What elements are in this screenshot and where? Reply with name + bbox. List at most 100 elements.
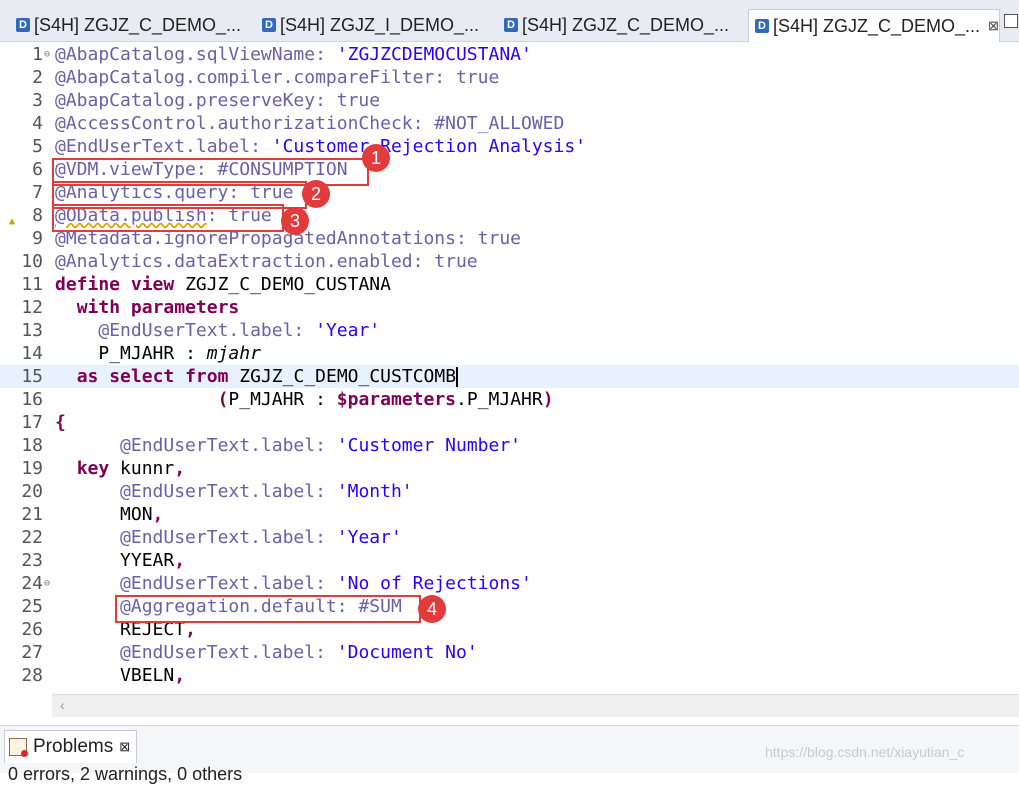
callout-box-4 xyxy=(115,595,421,623)
editor-tab-3[interactable]: D [S4H] ZGJZ_C_DEMO_... xyxy=(498,11,729,39)
code-text: (P_MJAHR : $parameters.P_MJAHR) xyxy=(217,389,554,410)
code-text: @Analytics.dataExtraction.enabled: true xyxy=(55,251,478,272)
tab-label: [S4H] ZGJZ_C_DEMO_... xyxy=(34,14,242,35)
ddl-document-icon: D xyxy=(262,18,276,32)
line-number: 7 xyxy=(32,182,43,203)
editor-tab-2[interactable]: D [S4H] ZGJZ_I_DEMO_... xyxy=(256,11,479,39)
problems-tab-label: Problems xyxy=(33,736,114,757)
code-line[interactable]: 12 with parameters xyxy=(0,296,1019,319)
callout-badge-1: 1 xyxy=(362,144,390,172)
problems-icon xyxy=(9,738,28,757)
line-number: 27 xyxy=(21,642,43,663)
line-number: 26 xyxy=(21,619,43,640)
horizontal-scrollbar[interactable]: ‹ xyxy=(52,694,1019,717)
code-line[interactable]: 17 { xyxy=(0,411,1019,434)
code-line[interactable]: 16 (P_MJAHR : $parameters.P_MJAHR) xyxy=(0,388,1019,411)
code-line[interactable]: 3 @AbapCatalog.preserveKey: true xyxy=(0,89,1019,112)
code-text: @EndUserText.label: 'Customer Rejection … xyxy=(55,136,587,157)
code-text: { xyxy=(55,412,66,433)
code-text: @EndUserText.label: 'Year' xyxy=(98,320,381,341)
ddl-document-icon: D xyxy=(16,18,30,32)
editor-tab-1[interactable]: D [S4H] ZGJZ_C_DEMO_... xyxy=(10,11,241,39)
code-line[interactable]: 27 @EndUserText.label: 'Document No' xyxy=(0,641,1019,664)
ddl-document-icon: D xyxy=(504,18,518,32)
callout-badge-4: 4 xyxy=(418,595,446,623)
code-text: P_MJAHR : mjahr xyxy=(98,343,261,364)
code-text: @AccessControl.authorizationCheck: #NOT_… xyxy=(55,113,565,134)
code-text: VBELN, xyxy=(120,665,186,686)
code-line[interactable]: 4 @AccessControl.authorizationCheck: #NOT… xyxy=(0,112,1019,135)
line-number: 22 xyxy=(21,527,43,548)
code-text: as select from ZGJZ_C_DEMO_CUSTCOMB xyxy=(76,366,459,387)
code-line[interactable]: 22 @EndUserText.label: 'Year' xyxy=(0,526,1019,549)
line-number: 20 xyxy=(21,481,43,502)
line-number: 9 xyxy=(32,228,43,249)
line-number: 4 xyxy=(32,113,43,134)
line-number: 12 xyxy=(21,297,43,318)
line-number: 18 xyxy=(21,435,43,456)
watermark: https://blog.csdn.net/xiayutian_c xyxy=(765,744,965,760)
code-editor[interactable]: 1 ⊖ @AbapCatalog.sqlViewName: 'ZGJZCDEMOCU… xyxy=(0,42,1019,694)
fold-toggle-icon[interactable]: ⊖ xyxy=(44,43,50,66)
code-line[interactable]: 10 @Analytics.dataExtraction.enabled: tru… xyxy=(0,250,1019,273)
code-text: @AbapCatalog.sqlViewName: 'ZGJZCDEMOCUST… xyxy=(55,44,532,65)
line-number: 17 xyxy=(21,412,43,433)
code-line[interactable]: 2 @AbapCatalog.compiler.compareFilter: tr… xyxy=(0,66,1019,89)
callout-box-3 xyxy=(52,204,284,232)
close-tab-icon[interactable]: ⊠ xyxy=(988,18,999,34)
code-line[interactable]: 19 key kunnr, xyxy=(0,457,1019,480)
code-line[interactable]: 5 @EndUserText.label: 'Customer Rejection… xyxy=(0,135,1019,158)
line-number: 10 xyxy=(21,251,43,272)
code-line[interactable]: 28 VBELN, xyxy=(0,664,1019,687)
line-number: 1 xyxy=(32,44,43,65)
code-line[interactable]: 15 as select from ZGJZ_C_DEMO_CUSTCOMB xyxy=(0,365,1019,388)
gutter-spacer xyxy=(0,694,52,716)
line-number: 21 xyxy=(21,504,43,525)
line-number: 15 xyxy=(21,366,43,387)
line-number: 25 xyxy=(21,596,43,617)
line-number: 13 xyxy=(21,320,43,341)
line-number: 14 xyxy=(21,343,43,364)
fold-toggle-icon[interactable]: ⊖ xyxy=(44,572,50,595)
scroll-left-icon[interactable]: ‹ xyxy=(60,697,65,713)
code-line[interactable]: 24 ⊖ @EndUserText.label: 'No of Rejection… xyxy=(0,572,1019,595)
line-number: 11 xyxy=(21,274,43,295)
callout-badge-2: 2 xyxy=(302,180,330,208)
problems-tab[interactable]: Problems ⊠ xyxy=(4,730,138,763)
tab-label: [S4H] ZGJZ_C_DEMO_... xyxy=(522,14,730,35)
code-text: with parameters xyxy=(76,297,240,318)
line-number: 2 xyxy=(32,67,43,88)
code-line[interactable]: 14 P_MJAHR : mjahr xyxy=(0,342,1019,365)
ddl-document-icon: D xyxy=(755,19,769,33)
text-caret xyxy=(456,367,459,387)
callout-badge-3: 3 xyxy=(281,207,309,235)
code-text: YYEAR, xyxy=(120,550,186,571)
editor-tab-4-active[interactable]: D [S4H] ZGJZ_C_DEMO_... ⊠ xyxy=(748,9,1000,42)
code-line[interactable]: 1 ⊖ @AbapCatalog.sqlViewName: 'ZGJZCDEMOCU… xyxy=(0,43,1019,66)
line-number: 28 xyxy=(21,665,43,686)
close-panel-icon[interactable]: ⊠ xyxy=(119,739,130,755)
code-text: @EndUserText.label: 'Month' xyxy=(120,481,413,502)
line-number: 19 xyxy=(21,458,43,479)
code-text: @EndUserText.label: 'Customer Number' xyxy=(120,435,522,456)
code-text: @AbapCatalog.compiler.compareFilter: tru… xyxy=(55,67,500,88)
line-number: 5 xyxy=(32,136,43,157)
code-line[interactable]: 11 define view ZGJZ_C_DEMO_CUSTANA xyxy=(0,273,1019,296)
line-number: 16 xyxy=(21,389,43,410)
code-text: key kunnr, xyxy=(76,458,186,479)
code-line[interactable]: 18 @EndUserText.label: 'Customer Number' xyxy=(0,434,1019,457)
code-text: define view ZGJZ_C_DEMO_CUSTANA xyxy=(55,274,391,295)
code-line[interactable]: 21 MON, xyxy=(0,503,1019,526)
code-line[interactable]: 23 YYEAR, xyxy=(0,549,1019,572)
line-number: 3 xyxy=(32,90,43,111)
problems-summary: 0 errors, 2 warnings, 0 others xyxy=(8,764,243,784)
restore-view-icon[interactable] xyxy=(1004,14,1018,28)
code-line[interactable]: 20 @EndUserText.label: 'Month' xyxy=(0,480,1019,503)
code-line[interactable]: 13 @EndUserText.label: 'Year' xyxy=(0,319,1019,342)
code-text: @EndUserText.label: 'Year' xyxy=(120,527,402,548)
line-number: 6 xyxy=(32,159,43,180)
code-text: @EndUserText.label: 'No of Rejections' xyxy=(120,573,532,594)
tab-label: [S4H] ZGJZ_C_DEMO_... xyxy=(773,15,981,36)
code-text: @AbapCatalog.preserveKey: true xyxy=(55,90,381,111)
tab-label: [S4H] ZGJZ_I_DEMO_... xyxy=(280,14,480,35)
